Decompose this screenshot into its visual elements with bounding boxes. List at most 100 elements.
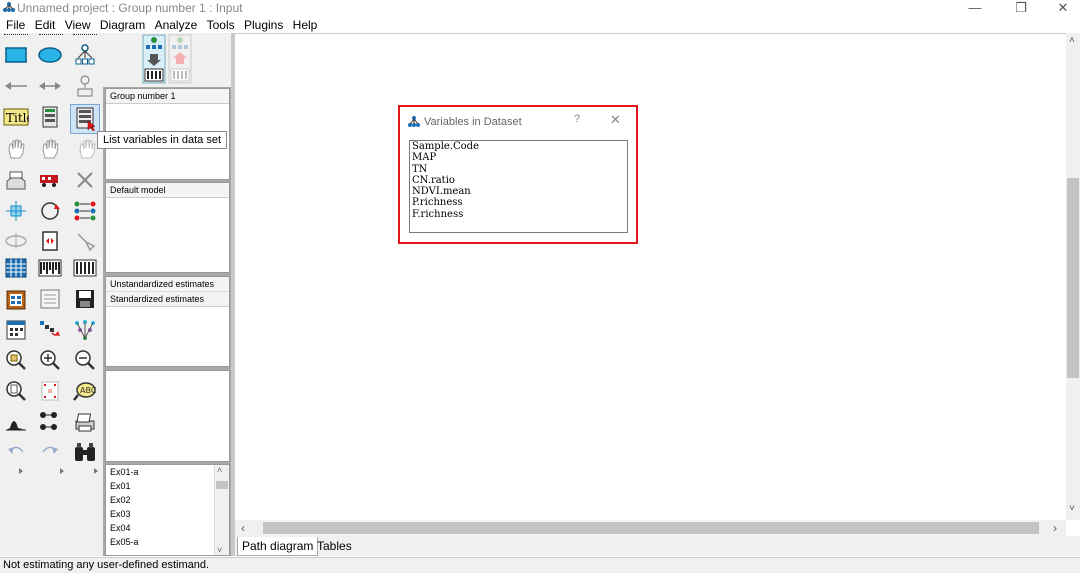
view-text-icon[interactable]	[37, 286, 63, 312]
zoom-out-icon[interactable]	[72, 347, 98, 373]
drag-properties-icon[interactable]	[37, 317, 63, 343]
analysis-properties-icon[interactable]	[37, 255, 63, 281]
tab-path-diagram[interactable]: Path diagram	[237, 537, 319, 556]
scroll-right-button[interactable]: ›	[1053, 521, 1057, 535]
menu-view[interactable]: View	[59, 17, 91, 33]
menu-plugins[interactable]: Plugins	[238, 17, 283, 33]
list-variables-in-data-set-icon[interactable]	[70, 104, 100, 134]
variables-list[interactable]: Sample.Code MAP TN CN.ratio NDVI.mean P.…	[409, 140, 628, 233]
file-item[interactable]: Ex01	[106, 479, 229, 493]
print-diagram-icon[interactable]	[72, 409, 98, 435]
variable-item[interactable]: TN	[410, 164, 627, 175]
variable-item[interactable]: F.richness	[410, 209, 627, 220]
zoom-in-area-icon[interactable]	[3, 347, 29, 373]
variable-item[interactable]: MAP	[410, 152, 627, 163]
tab-tables[interactable]: Tables	[313, 537, 356, 555]
list-variables-in-model-icon[interactable]	[37, 104, 63, 130]
scroll-down-button[interactable]: ˅	[217, 545, 222, 555]
scroll-left-button[interactable]: ‹	[241, 521, 245, 535]
multiple-group-analysis-icon[interactable]	[37, 409, 63, 435]
variable-item[interactable]: NDVI.mean	[410, 186, 627, 197]
vertical-scrollbar[interactable]: ˄ ˅	[1066, 33, 1080, 520]
duplicate-objects-icon[interactable]	[3, 167, 29, 193]
select-all-objects-icon[interactable]	[37, 136, 63, 162]
menu-tools[interactable]: Tools	[201, 17, 235, 33]
draw-covariance-arrow-icon[interactable]	[37, 73, 63, 99]
scroll-up-button[interactable]: ˄	[217, 465, 222, 475]
files-list[interactable]: Ex01-a Ex01 Ex02 Ex03 Ex04 Ex05-a ˄ ˅	[105, 464, 230, 556]
menu-file[interactable]: File	[0, 17, 25, 33]
draw-path-arrow-icon[interactable]	[3, 73, 29, 99]
reflect-indicators-icon[interactable]	[72, 198, 98, 224]
svg-text:Title: Title	[6, 111, 29, 125]
file-item[interactable]: Ex03	[106, 507, 229, 521]
standardized-estimates-item[interactable]: Standardized estimates	[106, 292, 229, 307]
variables-in-dataset-dialog: Variables in Dataset ? ✕ Sample.Code MAP…	[398, 105, 638, 244]
amos-app-icon	[408, 116, 420, 127]
scroll-diagram-icon[interactable]	[37, 228, 63, 254]
change-shape-icon[interactable]	[3, 198, 29, 224]
expand-toolbar-icon[interactable]	[91, 466, 101, 476]
scrollbar-thumb[interactable]	[216, 481, 228, 489]
dialog-close-button[interactable]: ✕	[610, 112, 621, 128]
move-parameter-icon[interactable]	[3, 228, 29, 254]
file-item[interactable]: Ex04	[106, 521, 229, 535]
draw-latent-with-indicators-icon[interactable]	[72, 42, 98, 68]
minimize-button[interactable]: —	[958, 0, 992, 17]
group-item[interactable]: Group number 1	[106, 89, 229, 104]
move-objects-icon[interactable]	[37, 167, 63, 193]
erase-objects-icon[interactable]	[72, 167, 98, 193]
redo-icon[interactable]	[37, 439, 63, 465]
zoom-in-icon[interactable]	[37, 347, 63, 373]
variable-item[interactable]: Sample.Code	[410, 141, 627, 152]
save-diagram-icon[interactable]	[72, 286, 98, 312]
undo-icon[interactable]	[3, 439, 29, 465]
svg-text:ABC: ABC	[80, 386, 97, 395]
menu-help[interactable]: Help	[287, 17, 318, 33]
add-unique-variable-icon[interactable]	[72, 73, 98, 99]
view-output-path-diagram-icon[interactable]	[167, 34, 193, 84]
draw-unobserved-variable-icon[interactable]	[37, 42, 63, 68]
toolbar-grip	[73, 34, 97, 38]
rotate-indicators-icon[interactable]	[37, 198, 63, 224]
degrees-of-freedom-icon[interactable]	[3, 409, 29, 435]
preserve-symmetries-icon[interactable]	[72, 317, 98, 343]
unstandardized-estimates-item[interactable]: Unstandardized estimates	[106, 277, 229, 292]
copy-to-clipboard-icon[interactable]	[3, 286, 29, 312]
object-properties-icon[interactable]	[3, 317, 29, 343]
restore-button[interactable]: ❐	[1004, 0, 1038, 17]
model-item[interactable]: Default model	[106, 183, 229, 198]
variable-item[interactable]: CN.ratio	[410, 175, 627, 186]
horizontal-scrollbar[interactable]: ‹ ›	[235, 520, 1066, 536]
files-scrollbar[interactable]: ˄ ˅	[214, 465, 229, 555]
path-diagram-canvas[interactable]	[235, 33, 1080, 521]
select-data-files-icon[interactable]	[3, 255, 29, 281]
scrollbar-thumb[interactable]	[1067, 178, 1079, 378]
specification-search-icon[interactable]	[72, 439, 98, 465]
select-one-object-icon[interactable]	[3, 136, 29, 162]
magnifier-icon[interactable]: ABC	[72, 378, 98, 404]
file-item[interactable]: Ex02	[106, 493, 229, 507]
view-page-icon[interactable]	[3, 378, 29, 404]
draw-observed-variable-icon[interactable]	[3, 42, 29, 68]
view-input-path-diagram-icon[interactable]	[141, 34, 167, 84]
menu-analyze[interactable]: Analyze	[149, 17, 198, 33]
expand-toolbar-icon[interactable]	[57, 466, 67, 476]
touch-up-variable-icon[interactable]	[72, 228, 98, 254]
figure-caption-icon[interactable]: Title	[3, 104, 29, 130]
deselect-all-objects-icon[interactable]	[72, 136, 98, 162]
variable-item[interactable]: P.richness	[410, 197, 627, 208]
estimates-panel: Unstandardized estimates Standardized es…	[105, 276, 230, 367]
close-button[interactable]: ✕	[1046, 0, 1080, 17]
scroll-down-button[interactable]: ˅	[1069, 503, 1075, 514]
calculate-estimates-icon[interactable]	[72, 255, 98, 281]
menu-edit[interactable]: Edit	[29, 17, 56, 33]
dialog-help-button[interactable]: ?	[574, 113, 580, 125]
file-item[interactable]: Ex05-a	[106, 535, 229, 549]
expand-toolbar-icon[interactable]	[16, 466, 26, 476]
file-item[interactable]: Ex01-a	[106, 465, 229, 479]
scroll-up-button[interactable]: ˄	[1069, 35, 1075, 46]
menu-diagram[interactable]: Diagram	[94, 17, 145, 33]
scrollbar-thumb[interactable]	[263, 522, 1039, 534]
resize-diagram-icon[interactable]	[37, 378, 63, 404]
